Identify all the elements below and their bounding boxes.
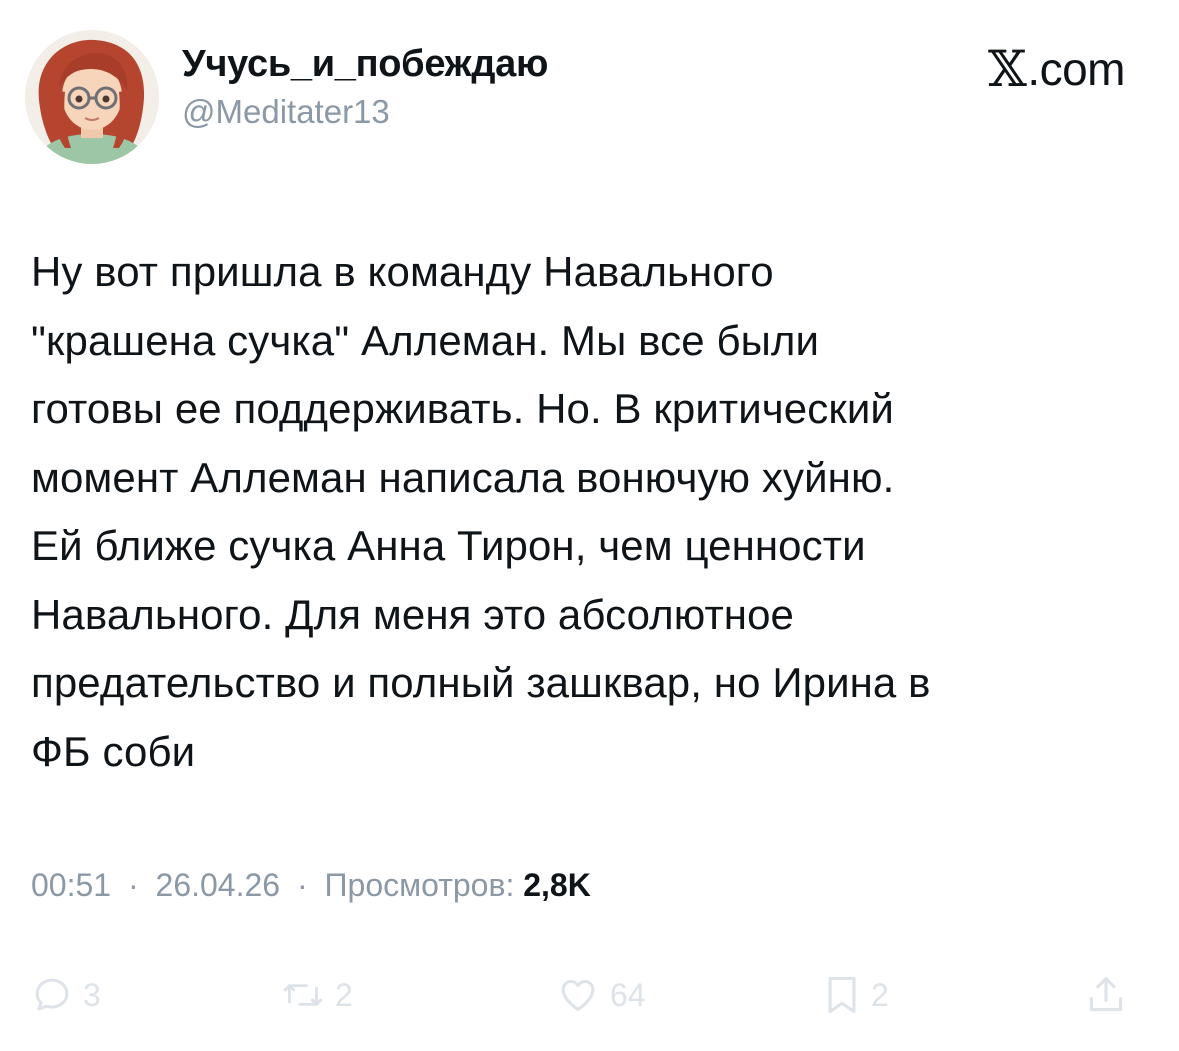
- reply-count: 3: [83, 976, 101, 1013]
- tweet-header: Учусь_и_побеждаю @Meditater13 𝕏 .com: [25, 20, 1155, 164]
- like-count: 64: [610, 976, 646, 1013]
- tweet-meta: 00:51 · 26.04.26 · Просмотров: 2,8K: [31, 862, 591, 908]
- repost-icon: [283, 984, 323, 1006]
- x-com-brand: 𝕏 .com: [988, 44, 1125, 94]
- reply-button[interactable]: 3: [31, 965, 101, 1025]
- tweet-text-line: Навального. Для меня это абсолютное: [31, 590, 795, 638]
- tweet-time[interactable]: 00:51: [31, 867, 111, 903]
- views-label: Просмотров:: [324, 867, 515, 903]
- meta-separator: ·: [296, 867, 308, 903]
- like-button[interactable]: 64: [556, 965, 646, 1025]
- tweet-text-line: готовы ее поддерживать. Но. В критически…: [31, 385, 894, 432]
- avatar[interactable]: [25, 30, 159, 164]
- views-count: 2,8K: [523, 867, 591, 903]
- tweet-text-line: Ну вот пришла в команду Навального: [31, 248, 774, 295]
- like-icon: [561, 980, 595, 1012]
- tweet-text-line: "крашена сучка" Аллеман. Мы все были: [31, 316, 820, 364]
- bookmark-icon: [828, 976, 856, 1014]
- meta-separator: ·: [127, 867, 139, 903]
- action-bar: 3 2 64 2: [31, 965, 1151, 1025]
- brand-domain: .com: [1027, 43, 1125, 95]
- tweet-text-line: Ей ближе сучка Анна Тирон, чем ценности: [31, 522, 866, 569]
- user-handle[interactable]: @Meditater13: [182, 90, 548, 134]
- repost-count: 2: [335, 976, 353, 1013]
- tweet-text-line: момент Аллеман написала вонючую хуйню.: [31, 453, 895, 501]
- tweet-text-line: ФБ соби: [31, 727, 196, 775]
- reply-icon: [35, 978, 69, 1011]
- repost-button[interactable]: 2: [281, 965, 353, 1025]
- x-logo-icon: 𝕏: [988, 40, 1027, 98]
- bookmark-button[interactable]: 2: [823, 965, 889, 1025]
- tweet-text-line: предательство и полный зашквар, но Ирина…: [31, 659, 931, 706]
- tweet-date[interactable]: 26.04.26: [156, 867, 281, 903]
- tweet-text: Ну вот пришла в команду Навального "краш…: [31, 238, 1151, 786]
- share-button[interactable]: [1086, 965, 1126, 1025]
- share-icon: [1089, 977, 1123, 1012]
- bookmark-count: 2: [871, 976, 889, 1013]
- avatar-illustration: [25, 30, 159, 164]
- user-info: Учусь_и_побеждаю @Meditater13: [182, 42, 548, 134]
- display-name[interactable]: Учусь_и_побеждаю: [182, 42, 548, 86]
